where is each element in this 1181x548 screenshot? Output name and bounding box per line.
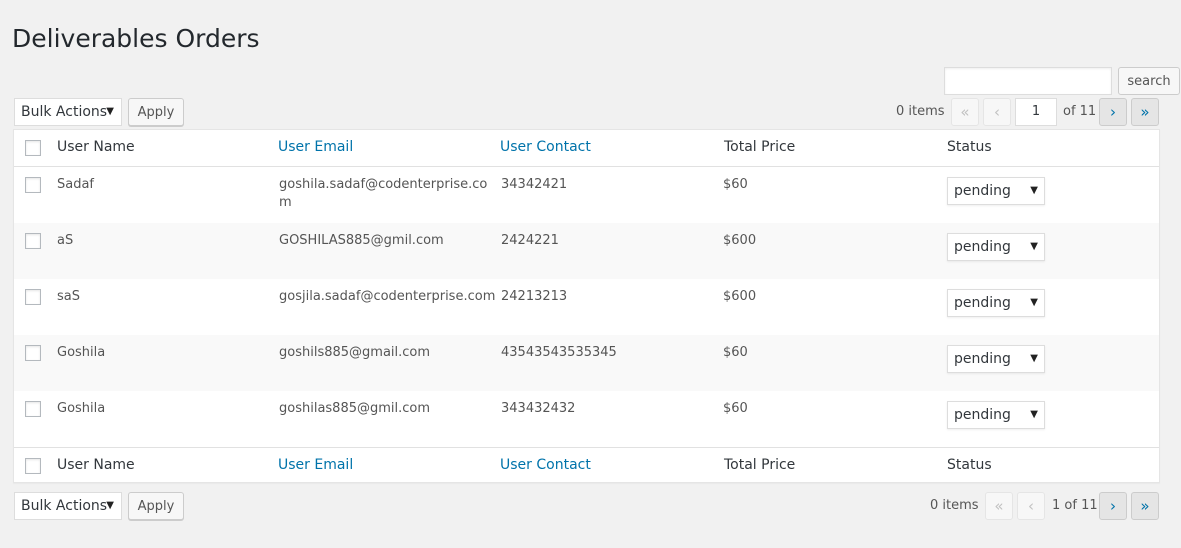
column-total-price-footer: Total Price [724, 457, 796, 473]
status-value: pending [954, 295, 1011, 311]
user-email-cell: goshils885@gmail.com [279, 345, 431, 360]
total-price-cell: $60 [723, 177, 748, 192]
user-contact-cell: 24213213 [501, 289, 568, 304]
column-user-contact-footer[interactable]: User Contact [500, 457, 591, 473]
orders-table: User Name User Email User Contact Total … [13, 129, 1160, 483]
total-price-cell: $600 [723, 289, 757, 304]
column-user-email[interactable]: User Email [278, 139, 353, 155]
status-select[interactable]: pending ▼ [947, 401, 1045, 429]
apply-button-bottom[interactable]: Apply [128, 492, 184, 520]
bulk-actions-label: Bulk Actions [21, 104, 108, 120]
bulk-actions-select-bottom[interactable]: Bulk Actions ▼ [14, 492, 122, 520]
table-row: Goshila goshilas885@gmil.com 343432432 $… [14, 391, 1159, 447]
table-row: Goshila goshils885@gmail.com 43543543535… [14, 335, 1159, 391]
last-page-button-bottom[interactable]: » [1131, 492, 1159, 520]
status-select[interactable]: pending ▼ [947, 177, 1045, 205]
items-count-top: 0 items [896, 104, 945, 119]
chevron-down-icon: ▼ [1030, 297, 1038, 308]
status-select[interactable]: pending ▼ [947, 233, 1045, 261]
select-all-checkbox[interactable] [25, 140, 41, 156]
prev-page-button-bottom[interactable]: ‹ [1017, 492, 1045, 520]
table-header: User Name User Email User Contact Total … [14, 130, 1159, 167]
column-user-email-footer[interactable]: User Email [278, 457, 353, 473]
search-button[interactable]: search [1118, 67, 1180, 95]
user-name-cell: saS [57, 289, 80, 304]
items-count-bottom: 0 items [930, 498, 979, 513]
row-checkbox[interactable] [25, 345, 41, 361]
total-pages-text: of 11 [1063, 104, 1097, 119]
total-price-cell: $60 [723, 401, 748, 416]
user-email-cell: gosjila.sadaf@codenterprise.com [279, 289, 496, 304]
next-page-button-top[interactable]: › [1099, 98, 1127, 126]
page-title: Deliverables Orders [12, 24, 260, 53]
bulk-actions-label: Bulk Actions [21, 498, 108, 514]
page-indicator-bottom: 1 of 11 [1052, 498, 1098, 513]
first-page-button-top[interactable]: « [951, 98, 979, 126]
chevron-down-icon: ▼ [106, 500, 114, 511]
current-page-input[interactable]: 1 [1015, 98, 1057, 126]
user-name-cell: aS [57, 233, 74, 248]
user-contact-cell: 343432432 [501, 401, 576, 416]
chevron-down-icon: ▼ [1030, 241, 1038, 252]
status-value: pending [954, 351, 1011, 367]
total-price-cell: $60 [723, 345, 748, 360]
column-user-name: User Name [57, 139, 135, 155]
table-row: Sadaf goshila.sadaf@codenterprise.co m 3… [14, 167, 1159, 223]
status-select[interactable]: pending ▼ [947, 345, 1045, 373]
user-email-cell-wrap: m [279, 195, 292, 210]
prev-page-button-top[interactable]: ‹ [983, 98, 1011, 126]
chevron-down-icon: ▼ [1030, 409, 1038, 420]
user-contact-cell: 2424221 [501, 233, 559, 248]
last-page-button-top[interactable]: » [1131, 98, 1159, 126]
chevron-down-icon: ▼ [1030, 185, 1038, 196]
user-contact-cell: 43543543535345 [501, 345, 617, 360]
row-checkbox[interactable] [25, 233, 41, 249]
status-value: pending [954, 239, 1011, 255]
user-email-cell: goshilas885@gmil.com [279, 401, 431, 416]
select-all-checkbox-footer[interactable] [25, 458, 41, 474]
user-email-cell: goshila.sadaf@codenterprise.co [279, 177, 488, 192]
user-email-cell: GOSHILAS885@gmil.com [279, 233, 444, 248]
user-name-cell: Goshila [57, 345, 106, 360]
total-price-cell: $600 [723, 233, 757, 248]
chevron-down-icon: ▼ [1030, 353, 1038, 364]
column-total-price: Total Price [724, 139, 796, 155]
table-row: aS GOSHILAS885@gmil.com 2424221 $600 pen… [14, 223, 1159, 279]
next-page-button-bottom[interactable]: › [1099, 492, 1127, 520]
user-contact-cell: 34342421 [501, 177, 568, 192]
user-name-cell: Sadaf [57, 177, 95, 192]
status-select[interactable]: pending ▼ [947, 289, 1045, 317]
bulk-actions-select-top[interactable]: Bulk Actions ▼ [14, 98, 122, 126]
status-value: pending [954, 407, 1011, 423]
row-checkbox[interactable] [25, 177, 41, 193]
column-status-footer: Status [947, 457, 992, 473]
chevron-down-icon: ▼ [106, 106, 114, 117]
status-value: pending [954, 183, 1011, 199]
table-footer: User Name User Email User Contact Total … [14, 447, 1159, 484]
row-checkbox[interactable] [25, 401, 41, 417]
row-checkbox[interactable] [25, 289, 41, 305]
column-status: Status [947, 139, 992, 155]
column-user-contact[interactable]: User Contact [500, 139, 591, 155]
column-user-name-footer: User Name [57, 457, 135, 473]
search-input[interactable] [944, 67, 1112, 95]
user-name-cell: Goshila [57, 401, 106, 416]
first-page-button-bottom[interactable]: « [985, 492, 1013, 520]
table-row: saS gosjila.sadaf@codenterprise.com 2421… [14, 279, 1159, 335]
apply-button-top[interactable]: Apply [128, 98, 184, 126]
